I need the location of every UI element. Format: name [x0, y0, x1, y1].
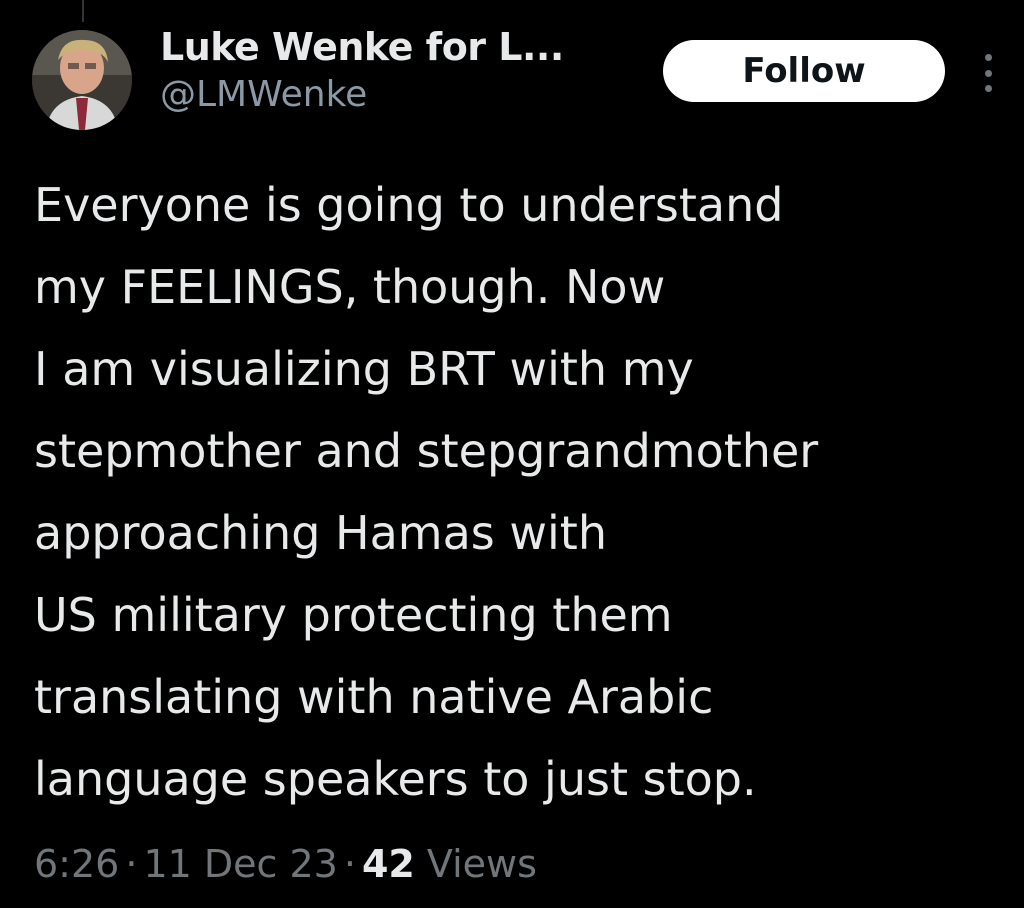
tweet-text-line: my FEELINGS, though. Now: [34, 260, 666, 314]
views-count[interactable]: 42: [362, 842, 415, 886]
author-info: Luke Wenke for L... @LMWenke: [160, 22, 640, 118]
author-handle[interactable]: @LMWenke: [160, 72, 640, 118]
meta-separator: ·: [343, 842, 356, 886]
tweet-text-line: Everyone is going to understand: [34, 178, 784, 232]
tweet-time[interactable]: 6:26: [34, 842, 119, 886]
author-display-name[interactable]: Luke Wenke for L...: [160, 22, 640, 72]
tweet-text-line: translating with native Arabic: [34, 670, 714, 724]
more-vertical-icon[interactable]: [978, 54, 998, 92]
more-dot: [984, 54, 992, 61]
views-label: Views: [426, 842, 537, 886]
more-dot: [984, 69, 992, 77]
more-dot: [984, 85, 992, 92]
tweet-metadata: 6:26 · 11 Dec 23 · 42 Views: [34, 836, 537, 892]
tweet-text-line: US military protecting them: [34, 588, 673, 642]
tweet-text-line: approaching Hamas with: [34, 506, 607, 560]
thread-connector-line: [82, 0, 84, 22]
tweet-date[interactable]: 11 Dec 23: [143, 842, 337, 886]
meta-separator: ·: [125, 842, 138, 886]
avatar-image: [32, 30, 132, 130]
tweet-text: Everyone is going to understand my FEELI…: [34, 164, 1014, 820]
avatar[interactable]: [32, 30, 132, 130]
tweet-text-line: stepmother and stepgrandmother: [34, 424, 819, 478]
follow-button[interactable]: Follow: [663, 40, 945, 102]
tweet-text-line: I am visualizing BRT with my: [34, 342, 694, 396]
tweet-text-line: language speakers to just stop.: [34, 752, 757, 806]
